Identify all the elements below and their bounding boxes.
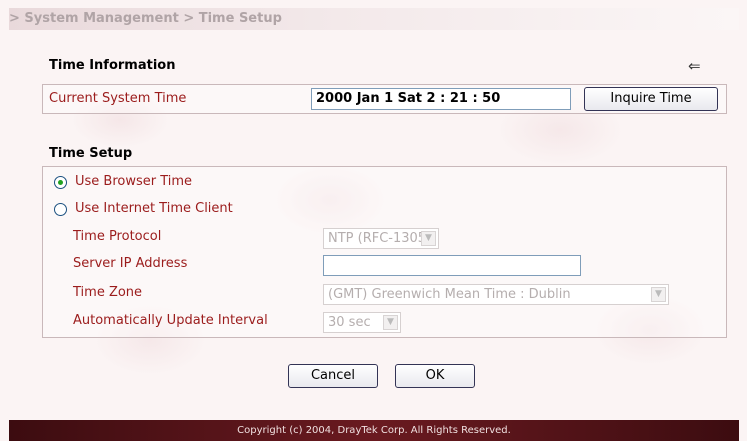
time-protocol-label: Time Protocol [73, 229, 162, 244]
current-system-time-label: Current System Time [49, 91, 187, 106]
server-ip-address-label: Server IP Address [73, 256, 188, 271]
use-browser-time-radio[interactable] [54, 176, 67, 189]
use-internet-time-label: Use Internet Time Client [75, 201, 233, 216]
update-interval-label: Automatically Update Interval [73, 313, 268, 328]
time-protocol-value: NTP (RFC-1305) [328, 231, 432, 246]
chevron-down-icon: ▼ [651, 287, 666, 302]
chevron-down-icon: ▼ [383, 315, 398, 330]
current-system-time-field[interactable]: 2000 Jan 1 Sat 2 : 21 : 50 [311, 88, 571, 110]
update-interval-select[interactable]: 30 sec ▼ [323, 312, 401, 333]
breadcrumb: > System Management > Time Setup [9, 8, 739, 30]
time-information-title: Time Information [49, 58, 176, 73]
update-interval-value: 30 sec [328, 315, 371, 330]
time-zone-select[interactable]: (GMT) Greenwich Mean Time : Dublin ▼ [323, 284, 669, 305]
footer-copyright: Copyright (c) 2004, DrayTek Corp. All Ri… [9, 420, 739, 441]
use-browser-time-label: Use Browser Time [75, 174, 193, 189]
time-protocol-select[interactable]: NTP (RFC-1305) ▼ [323, 228, 439, 249]
cancel-button[interactable]: Cancel [288, 364, 378, 388]
time-zone-value: (GMT) Greenwich Mean Time : Dublin [328, 287, 571, 302]
use-internet-time-radio[interactable] [54, 203, 67, 216]
time-setup-title: Time Setup [49, 146, 133, 161]
inquire-time-button[interactable]: Inquire Time [584, 87, 718, 111]
server-ip-address-input[interactable] [323, 255, 581, 276]
ok-button[interactable]: OK [395, 364, 475, 388]
time-zone-label: Time Zone [73, 285, 143, 300]
chevron-down-icon: ▼ [421, 231, 436, 246]
back-arrow-icon[interactable]: ⇐ [688, 57, 701, 75]
